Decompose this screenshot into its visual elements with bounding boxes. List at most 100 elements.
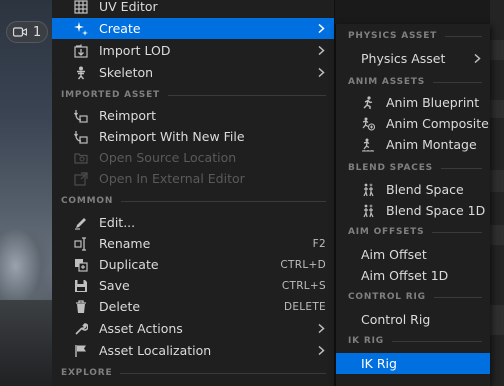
blend-space-1d-icon [360,203,376,219]
section-label: AIM OFFSETS [348,227,425,237]
menu-item-label: Anim Composite [386,116,489,131]
section-aim-offsets: AIM OFFSETS [348,225,490,239]
flag-icon [73,343,89,359]
menu-item-label: Edit... [99,215,136,230]
folder-search-icon [73,150,89,166]
submenu-item-blend-space-1d[interactable]: Blend Space 1D [336,200,490,221]
submenu-item-control-rig[interactable]: Control Rig [336,309,490,330]
section-blend-spaces: BLEND SPACES [348,161,490,175]
menu-item-label: Save [99,278,130,293]
menu-item-label: Duplicate [99,257,159,272]
section-divider [121,200,326,202]
menu-item-reimport-new-file[interactable]: Reimport With New File [52,126,334,147]
menu-item-label: Open In External Editor [99,171,245,186]
menu-item-rename[interactable]: Rename F2 [52,233,334,254]
import-icon [73,43,89,59]
reimport-new-icon [73,129,89,145]
section-divider [440,167,482,169]
pencil-icon [73,215,89,231]
shortcut-label: F2 [312,237,326,250]
reimport-icon [73,108,89,124]
viewport[interactable]: 1 [0,0,52,386]
section-label: IK RIG [348,336,384,346]
submenu-item-blend-space[interactable]: Blend Space [336,179,490,200]
section-control-rig: CONTROL RIG [348,290,490,304]
section-ik-rig: IK RIG [348,334,490,348]
menu-item-label: Control Rig [361,312,431,327]
menu-item-label: Rename [99,236,151,251]
sparkle-icon [73,21,89,37]
blend-space-icon [360,182,376,198]
section-label: ANIM ASSETS [348,77,426,87]
menu-item-import-lod[interactable]: Import LOD [52,40,334,61]
details-panel-edge [490,0,504,386]
section-label: IMPORTED ASSET [61,90,160,100]
menu-item-label: Reimport [99,108,157,123]
camera-speed-value: 1 [33,24,42,40]
menu-item-label: Anim Montage [386,137,477,152]
section-physics-asset: PHYSICS ASSET [348,29,490,43]
menu-item-asset-localization[interactable]: Asset Localization [52,340,334,361]
menu-item-skeleton[interactable]: Skeleton [52,62,334,83]
anim-montage-icon [360,137,376,153]
section-label: EXPLORE [61,368,113,378]
menu-item-uv-editor[interactable]: UV Editor [52,0,334,17]
menu-item-label: Import LOD [99,43,171,58]
anim-composite-icon [360,116,376,132]
section-divider [433,296,482,298]
trash-icon [73,299,89,315]
section-explore: EXPLORE [61,366,334,380]
menu-item-save[interactable]: Save CTRL+S [52,275,334,296]
menu-item-asset-actions[interactable]: Asset Actions [52,318,334,339]
section-imported-asset: IMPORTED ASSET [61,88,334,102]
menu-item-label: Delete [99,299,141,314]
camera-speed-button[interactable]: 1 [6,21,48,43]
menu-item-edit[interactable]: Edit... [52,212,334,233]
menu-item-label: Asset Actions [99,321,183,336]
menu-item-label: Asset Localization [99,343,212,358]
chevron-right-icon [318,46,325,55]
duplicate-icon [73,257,89,273]
section-anim-assets: ANIM ASSETS [348,75,490,89]
menu-item-label: Open Source Location [99,150,237,165]
menu-item-delete[interactable]: Delete DELETE [52,296,334,317]
section-divider [445,35,482,37]
menu-item-open-source-location: Open Source Location [52,147,334,168]
wrench-icon [73,321,89,337]
section-label: PHYSICS ASSET [348,31,438,41]
rename-icon [73,236,89,252]
submenu-item-anim-blueprint[interactable]: Anim Blueprint [336,92,490,113]
submenu-item-ik-rig[interactable]: IK Rig [336,353,490,374]
section-divider [391,340,482,342]
menu-item-label: Anim Blueprint [386,95,480,110]
menu-item-label: Aim Offset 1D [361,268,449,283]
section-common: COMMON [61,194,334,208]
menu-item-label: Create [99,21,141,36]
submenu-item-anim-composite[interactable]: Anim Composite [336,113,490,134]
section-divider [432,231,482,233]
menu-item-label: Blend Space [386,182,464,197]
submenu-item-aim-offset-1d[interactable]: Aim Offset 1D [336,265,490,286]
section-divider [433,81,482,83]
section-divider [120,372,326,374]
viewport-floor [0,300,52,386]
menu-item-create[interactable]: Create [52,18,334,39]
menu-item-label: IK Rig [361,356,397,371]
submenu-item-physics-asset[interactable]: Physics Asset [336,48,490,69]
external-editor-icon [73,171,89,187]
menu-item-reimport[interactable]: Reimport [52,105,334,126]
shortcut-label: CTRL+S [281,279,326,292]
save-icon [73,278,89,294]
menu-item-label: Reimport With New File [99,129,245,144]
submenu-item-anim-montage[interactable]: Anim Montage [336,134,490,155]
menu-item-label: Physics Asset [361,51,446,66]
chevron-right-icon [318,346,325,355]
chevron-right-icon [318,324,325,333]
menu-item-duplicate[interactable]: Duplicate CTRL+D [52,254,334,275]
section-divider [167,94,326,96]
section-label: COMMON [61,196,114,206]
menu-item-open-external-editor: Open In External Editor [52,168,334,189]
menu-item-label: Blend Space 1D [386,203,486,218]
submenu-item-aim-offset[interactable]: Aim Offset [336,244,490,265]
menu-item-label: UV Editor [99,0,158,14]
